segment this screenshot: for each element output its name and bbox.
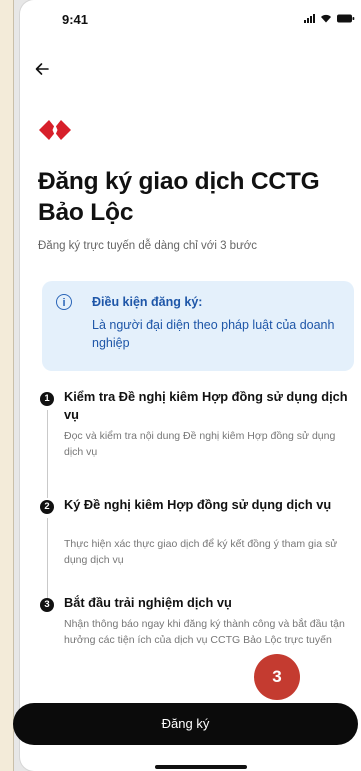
step-title: Kiểm tra Đề nghị kiêm Hợp đồng sử dụng d… [64, 389, 348, 422]
step-number-1: 1 [40, 392, 54, 406]
wifi-icon [321, 14, 331, 23]
page-title: Đăng ký giao dịch CCTG Bảo Lộc [38, 168, 320, 226]
phone-screen: 9:41 Đăng ký giao dịch CCTG Bảo Lộc Đăng… [20, 0, 361, 771]
register-button[interactable]: Đăng ký [13, 703, 358, 745]
step-description: Nhận thông báo ngay khi đăng ký thành cô… [64, 618, 345, 646]
eligibility-info-box: i Điều kiện đăng ký: Là người đại diện t… [42, 281, 354, 371]
info-title: Điều kiện đăng ký: [92, 295, 203, 309]
step-connector [46, 518, 48, 598]
info-icon: i [56, 294, 72, 310]
step-connector [46, 410, 48, 498]
step-title: Bắt đầu trải nghiệm dịch vụ [64, 595, 232, 610]
red-diamond-logo [39, 120, 71, 140]
back-button[interactable] [35, 60, 49, 80]
status-bar: 9:41 [20, 0, 361, 36]
step-description: Đọc và kiểm tra nội dung Đề nghị kiêm Hợ… [64, 430, 336, 458]
step-annotation-badge: 3 [254, 654, 300, 700]
step-description: Thực hiện xác thực giao dịch để ký kết đ… [64, 538, 338, 566]
step-number-3: 3 [40, 598, 54, 612]
step-number-2: 2 [40, 500, 54, 514]
signal-icon [304, 14, 315, 23]
home-indicator [155, 765, 247, 769]
arrow-left-icon [35, 63, 49, 75]
battery-icon [337, 14, 355, 23]
status-icons [304, 14, 355, 23]
info-text: Là người đại diện theo pháp luật của doa… [92, 318, 335, 350]
brand-logo [38, 118, 72, 147]
left-panel-edge [0, 0, 14, 771]
page-subtitle: Đăng ký trực tuyến dễ dàng chỉ với 3 bướ… [38, 240, 258, 252]
status-time: 9:41 [62, 12, 89, 27]
step-title: Ký Đề nghị kiêm Hợp đồng sử dụng dịch vụ [64, 497, 332, 512]
